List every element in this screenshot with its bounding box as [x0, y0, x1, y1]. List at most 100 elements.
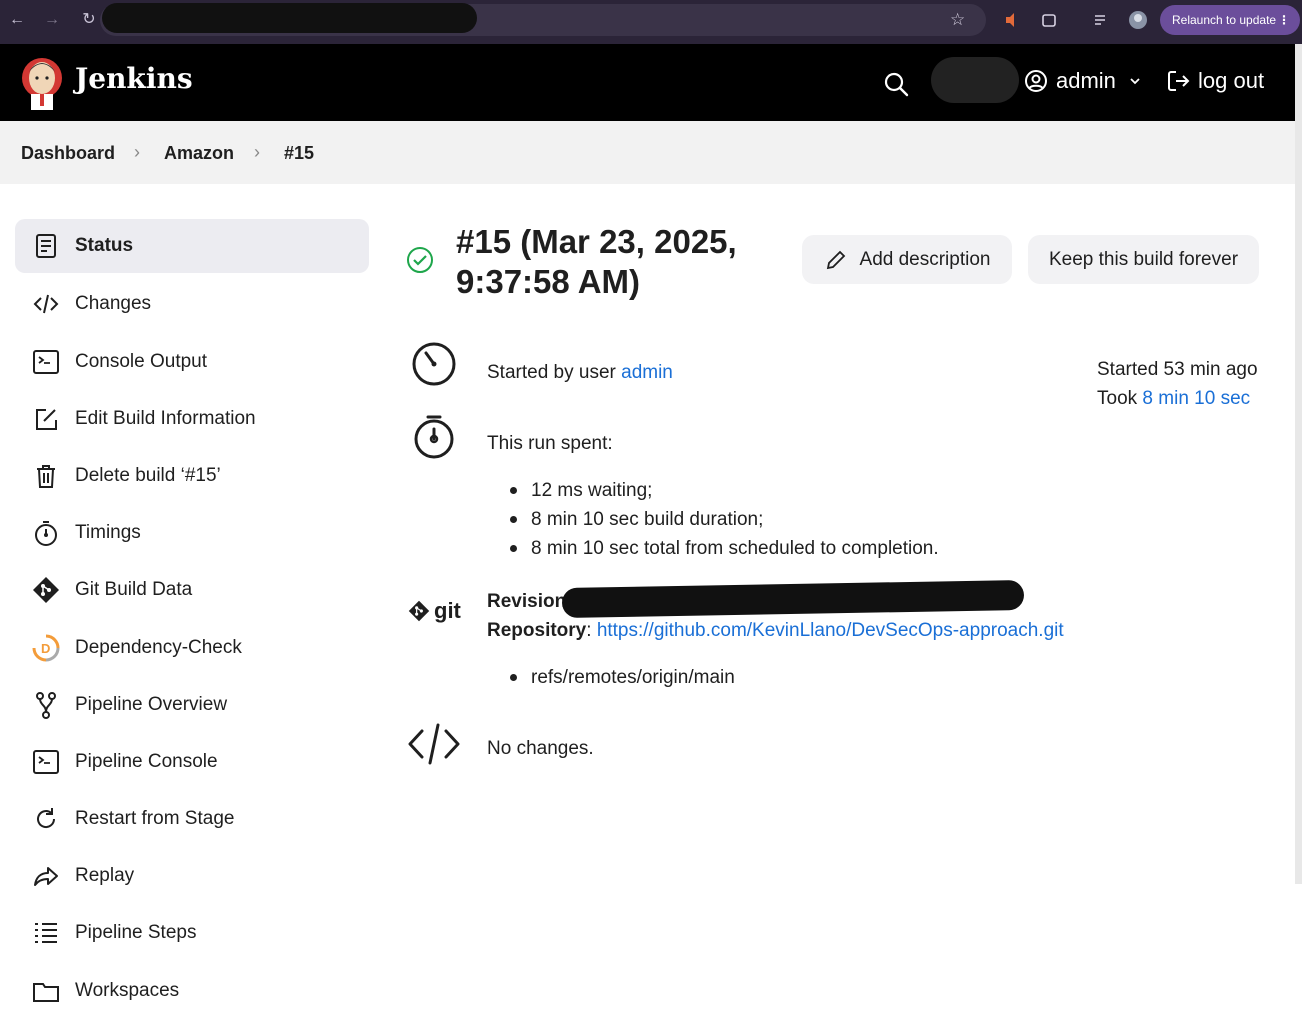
sidebar-item-label: Replay	[75, 865, 135, 886]
timer-icon	[412, 342, 456, 386]
repository-url-link[interactable]: https://github.com/KevinLlano/DevSecOps-…	[597, 620, 1064, 641]
user-icon	[1025, 70, 1047, 92]
more-menu-icon[interactable]: ⋮	[1278, 5, 1290, 35]
no-changes-text: No changes.	[487, 738, 594, 759]
sidebar-item-label: Dependency-Check	[75, 637, 242, 658]
code-icon	[31, 289, 61, 319]
sidebar-item-label: Git Build Data	[75, 579, 193, 600]
sidebar-item-delete-build[interactable]: Delete build ‘#15’	[15, 449, 369, 503]
chevron-down-icon[interactable]	[1128, 74, 1142, 88]
sidebar-item-edit-build-information[interactable]: Edit Build Information	[15, 392, 369, 446]
breadcrumb-build[interactable]: #15	[284, 143, 314, 164]
code-icon	[408, 723, 460, 765]
page-title: #15 (Mar 23, 2025, 9:37:58 AM)	[456, 222, 776, 302]
add-description-button[interactable]: Add description	[802, 235, 1012, 284]
sidebar-item-label: Edit Build Information	[75, 408, 256, 429]
keep-forever-label: Keep this build forever	[1048, 248, 1239, 270]
logout-link[interactable]: log out	[1166, 68, 1264, 94]
user-menu[interactable]: admin	[1024, 68, 1142, 94]
sidebar-item-timings[interactable]: Timings	[15, 506, 369, 560]
redacted-revision	[561, 579, 1025, 619]
bookmark-star-icon[interactable]: ☆	[950, 10, 965, 30]
dependency-check-icon: D	[31, 633, 61, 663]
back-arrow-icon[interactable]: ←	[7, 10, 27, 30]
browser-toolbar: ← → ↻ ☆ Relaunch to update ⋮	[0, 0, 1302, 44]
reading-list-icon[interactable]	[1093, 11, 1111, 29]
git-logo-text: git	[434, 598, 461, 623]
keep-build-forever-button[interactable]: Keep this build forever	[1028, 235, 1259, 284]
svg-text:D: D	[41, 641, 50, 656]
reload-icon[interactable]: ↻	[79, 10, 99, 30]
jenkins-header: Jenkins admin log out	[0, 44, 1295, 121]
branch-icon	[31, 690, 61, 720]
sidebar-item-console-output[interactable]: Console Output	[15, 335, 369, 389]
sidebar-item-label: Workspaces	[75, 980, 180, 1001]
title-line-2: 9:37:58 AM)	[456, 263, 640, 300]
sidebar-item-replay[interactable]: Replay	[15, 849, 369, 903]
list-item: 8 min 10 sec total from scheduled to com…	[510, 534, 939, 563]
run-spent-list: 12 ms waiting; 8 min 10 sec build durati…	[510, 476, 939, 563]
sidebar-item-changes[interactable]: Changes	[15, 277, 369, 331]
redacted-notification	[931, 57, 1019, 103]
revision-label: Revision	[487, 591, 567, 612]
profile-avatar[interactable]	[1128, 10, 1148, 30]
took-duration-link[interactable]: 8 min 10 sec	[1142, 388, 1250, 409]
status-icon	[31, 231, 61, 261]
jenkins-logo[interactable]	[21, 56, 63, 110]
folder-icon	[31, 976, 61, 1006]
started-by-text: Started by user admin	[487, 362, 673, 384]
forward-arrow-icon[interactable]: →	[42, 10, 62, 30]
started-ago: Started 53 min ago	[1097, 359, 1258, 380]
pencil-icon	[826, 250, 845, 269]
scrollbar-track[interactable]	[1295, 44, 1302, 884]
breadcrumb-amazon[interactable]: Amazon	[164, 143, 234, 164]
breadcrumb-dashboard[interactable]: Dashboard	[21, 143, 115, 164]
relaunch-button[interactable]: Relaunch to update ⋮	[1160, 5, 1300, 35]
sidebar-item-dependency-check[interactable]: D Dependency-Check	[15, 621, 369, 675]
relaunch-label: Relaunch to update	[1172, 13, 1277, 27]
sidebar-item-pipeline-console[interactable]: Pipeline Console	[15, 735, 369, 789]
sidebar-item-label: Changes	[75, 293, 152, 314]
list-item: 12 ms waiting;	[510, 476, 939, 505]
add-description-label: Add description	[859, 248, 991, 270]
sidebar-item-workspaces[interactable]: Workspaces	[15, 964, 369, 1018]
list-item: 8 min 10 sec build duration;	[510, 505, 939, 534]
repository-label: Repository	[487, 620, 587, 641]
sidebar-item-restart-from-stage[interactable]: Restart from Stage	[15, 792, 369, 846]
git-icon	[408, 600, 430, 622]
sidebar-item-label: Restart from Stage	[75, 808, 235, 829]
started-by-user-link[interactable]: admin	[621, 362, 673, 383]
breadcrumb: Dashboard › Amazon › #15	[0, 121, 1295, 184]
redacted-url	[102, 3, 477, 33]
logout-icon	[1168, 71, 1190, 91]
extension-icon[interactable]	[1003, 11, 1021, 29]
terminal-icon	[31, 747, 61, 777]
restart-icon	[31, 804, 61, 834]
list-icon	[31, 918, 61, 948]
stopwatch-icon	[414, 415, 454, 459]
puzzle-icon[interactable]	[1040, 11, 1058, 29]
sidebar-item-pipeline-steps[interactable]: Pipeline Steps	[15, 906, 369, 960]
sidebar-item-label: Pipeline Steps	[75, 922, 197, 943]
git-icon	[31, 575, 61, 605]
replay-icon	[31, 861, 61, 891]
sidebar-item-label: Delete build ‘#15’	[75, 465, 221, 486]
sidebar-item-label: Status	[75, 235, 134, 256]
sidebar-item-pipeline-overview[interactable]: Pipeline Overview	[15, 678, 369, 732]
breadcrumb-separator-icon: ›	[134, 142, 140, 162]
brand-title[interactable]: Jenkins	[75, 62, 193, 95]
terminal-icon	[31, 347, 61, 377]
took-duration: Took 8 min 10 sec	[1097, 388, 1250, 410]
git-logo: git	[408, 598, 461, 624]
list-item: refs/remotes/origin/main	[510, 663, 735, 692]
refs-list: refs/remotes/origin/main	[510, 663, 735, 692]
sidebar-item-git-build-data[interactable]: Git Build Data	[15, 563, 369, 617]
sidebar-item-status[interactable]: Status	[15, 219, 369, 273]
title-line-1: #15 (Mar 23, 2025,	[456, 223, 737, 260]
took-prefix: Took	[1097, 388, 1143, 409]
search-icon[interactable]	[883, 71, 909, 97]
sidebar-item-label: Pipeline Overview	[75, 694, 228, 715]
stopwatch-icon	[31, 518, 61, 548]
sidebar-item-label: Pipeline Console	[75, 751, 218, 772]
edit-icon	[31, 404, 61, 434]
